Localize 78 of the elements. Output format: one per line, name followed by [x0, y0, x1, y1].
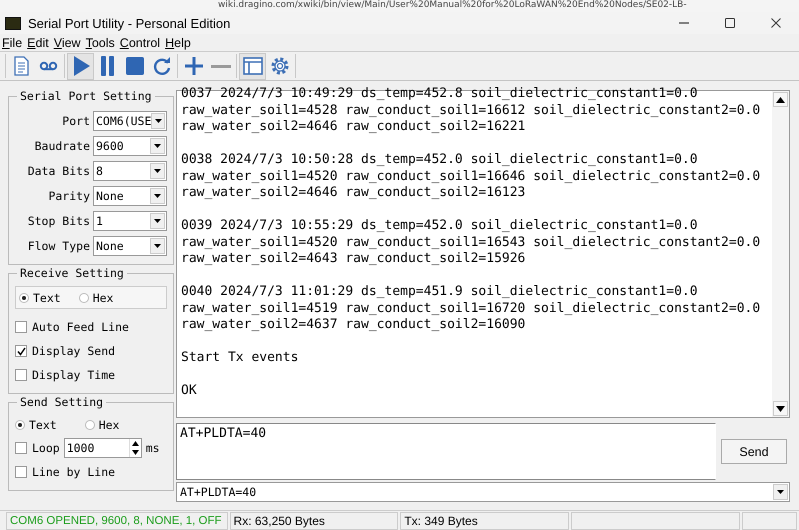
dropdown[interactable]: COM6(USE — [93, 110, 167, 130]
log-line: Start Tx events — [181, 350, 300, 366]
radio-button[interactable]: Text — [15, 418, 57, 432]
number-field[interactable]: 1000 — [64, 438, 142, 458]
dropdown-arrow-icon — [775, 488, 786, 496]
log-line: raw_water_soil2=4646 raw_conduct_soil2=16221 — [181, 119, 526, 136]
log-line: raw_water_soil1=4528 raw_conduct_soil1=16612 soil_dielectric_constant2=0.0 — [181, 102, 762, 119]
send-button[interactable]: Send — [721, 439, 787, 464]
checkbox[interactable]: Auto Feed Line — [15, 315, 129, 339]
maximize-icon — [724, 17, 736, 29]
app-icon — [5, 16, 21, 30]
field-label: Stop Bits — [28, 214, 90, 228]
radio-button[interactable]: Text — [19, 290, 61, 304]
log-line: raw_water_soil2=4637 raw_conduct_soil2=16090 — [181, 317, 526, 334]
dropdown-arrow-icon — [152, 242, 163, 250]
status-text: Tx: 349 Bytes — [400, 512, 570, 530]
menu-item[interactable]: Tools — [84, 36, 118, 50]
checkbox[interactable]: Display Send — [15, 339, 116, 363]
group-title: Receive Setting — [17, 266, 127, 281]
menu-item[interactable]: Edit — [25, 36, 52, 50]
scrollbar[interactable] — [772, 91, 789, 417]
log-line: 0037 2024/7/3 10:49:29 ds_temp=452.8 soil_dielectric_constant1=0.0 — [181, 86, 699, 102]
log-line: raw_water_soil1=4520 raw_conduct_soil1=16646 soil_dielectric_constant2=0.0 — [181, 168, 762, 185]
log-line: 0040 2024/7/3 11:01:29 ds_temp=451.9 soil_dielectric_constant1=0.0 — [181, 284, 699, 300]
spin-up-icon — [132, 441, 139, 446]
url-text: wiki.dragino.com/xwiki/bin/view/Main/User%20Manual%20for%20LoRaWAN%20End%20Nodes/SE02-LB- — [218, 0, 687, 10]
dropdown[interactable]: 8 — [93, 160, 167, 180]
dropdown-arrow-icon — [152, 216, 163, 224]
field-label: Parity — [48, 188, 90, 202]
dropdown[interactable]: 1 — [93, 210, 167, 230]
window-button[interactable] — [239, 52, 266, 80]
dropdown[interactable]: 9600 — [93, 136, 167, 156]
play-button[interactable] — [67, 52, 94, 80]
status-text: COM6 OPENED, 9600, 8, NONE, 1, OFF — [6, 512, 228, 530]
field-label: Data Bits — [28, 164, 90, 178]
settings-icon — [268, 55, 290, 77]
status-text: Rx: 63,250 Bytes — [230, 512, 398, 530]
dropdown[interactable]: None — [93, 186, 167, 206]
checkbox[interactable]: Loop — [15, 436, 60, 460]
group-title: Send Setting — [17, 395, 106, 410]
dropdown-arrow-icon — [152, 166, 163, 174]
window-title: Serial Port Utility - Personal Edition — [28, 16, 232, 30]
field-label: Flow Type — [28, 238, 90, 252]
log-line: OK — [181, 383, 198, 400]
minus-icon — [210, 64, 230, 68]
scroll-down-icon — [776, 406, 785, 412]
dropdown-arrow-icon — [152, 192, 163, 200]
plus-icon — [182, 55, 204, 77]
send-input-field[interactable]: AT+PLDTA=40 — [176, 423, 716, 480]
dropdown-arrow-icon — [152, 142, 163, 150]
radio-button[interactable]: Hex — [78, 290, 114, 304]
menu-item[interactable]: Help — [163, 36, 194, 50]
minimize-icon — [678, 22, 690, 24]
stop-icon — [124, 55, 146, 77]
radio-button[interactable]: Hex — [84, 418, 120, 432]
window-icon — [242, 55, 264, 77]
log-line: raw_water_soil2=4646 raw_conduct_soil2=16123 — [181, 185, 526, 202]
field-label: Port — [62, 114, 90, 128]
log-line: raw_water_soil1=4520 raw_conduct_soil1=16543 soil_dielectric_constant2=0.0 — [181, 234, 762, 251]
checkbox[interactable]: Line by Line — [15, 460, 116, 484]
checkbox[interactable]: Display Time — [15, 363, 116, 387]
group-title: Serial Port Setting — [17, 89, 155, 104]
scroll-up-icon — [776, 96, 785, 102]
spin-down-icon — [132, 450, 139, 455]
unit-label: ms — [146, 441, 160, 455]
dropdown-arrow-icon — [152, 116, 164, 124]
log-line: 0038 2024/7/3 10:50:28 ds_temp=452.0 soil_dielectric_constant1=0.0 — [181, 152, 699, 168]
log-line: raw_water_soil1=4519 raw_conduct_soil1=16720 soil_dielectric_constant2=0.0 — [181, 300, 762, 317]
close-icon — [770, 17, 782, 29]
menu-item[interactable]: Control — [118, 36, 164, 50]
dropdown[interactable]: None — [93, 236, 167, 256]
log-line: raw_water_soil2=4643 raw_conduct_soil2=15926 — [181, 251, 526, 268]
checkmark-icon — [16, 346, 26, 356]
menu-item[interactable]: View — [52, 36, 84, 50]
field-label: Baudrate — [34, 138, 90, 152]
history-dropdown[interactable]: AT+PLDTA=40 — [176, 482, 790, 502]
log-line: 0039 2024/7/3 10:55:29 ds_temp=452.0 soil_dielectric_constant1=0.0 — [181, 218, 699, 234]
menu-item[interactable]: File — [0, 36, 26, 50]
